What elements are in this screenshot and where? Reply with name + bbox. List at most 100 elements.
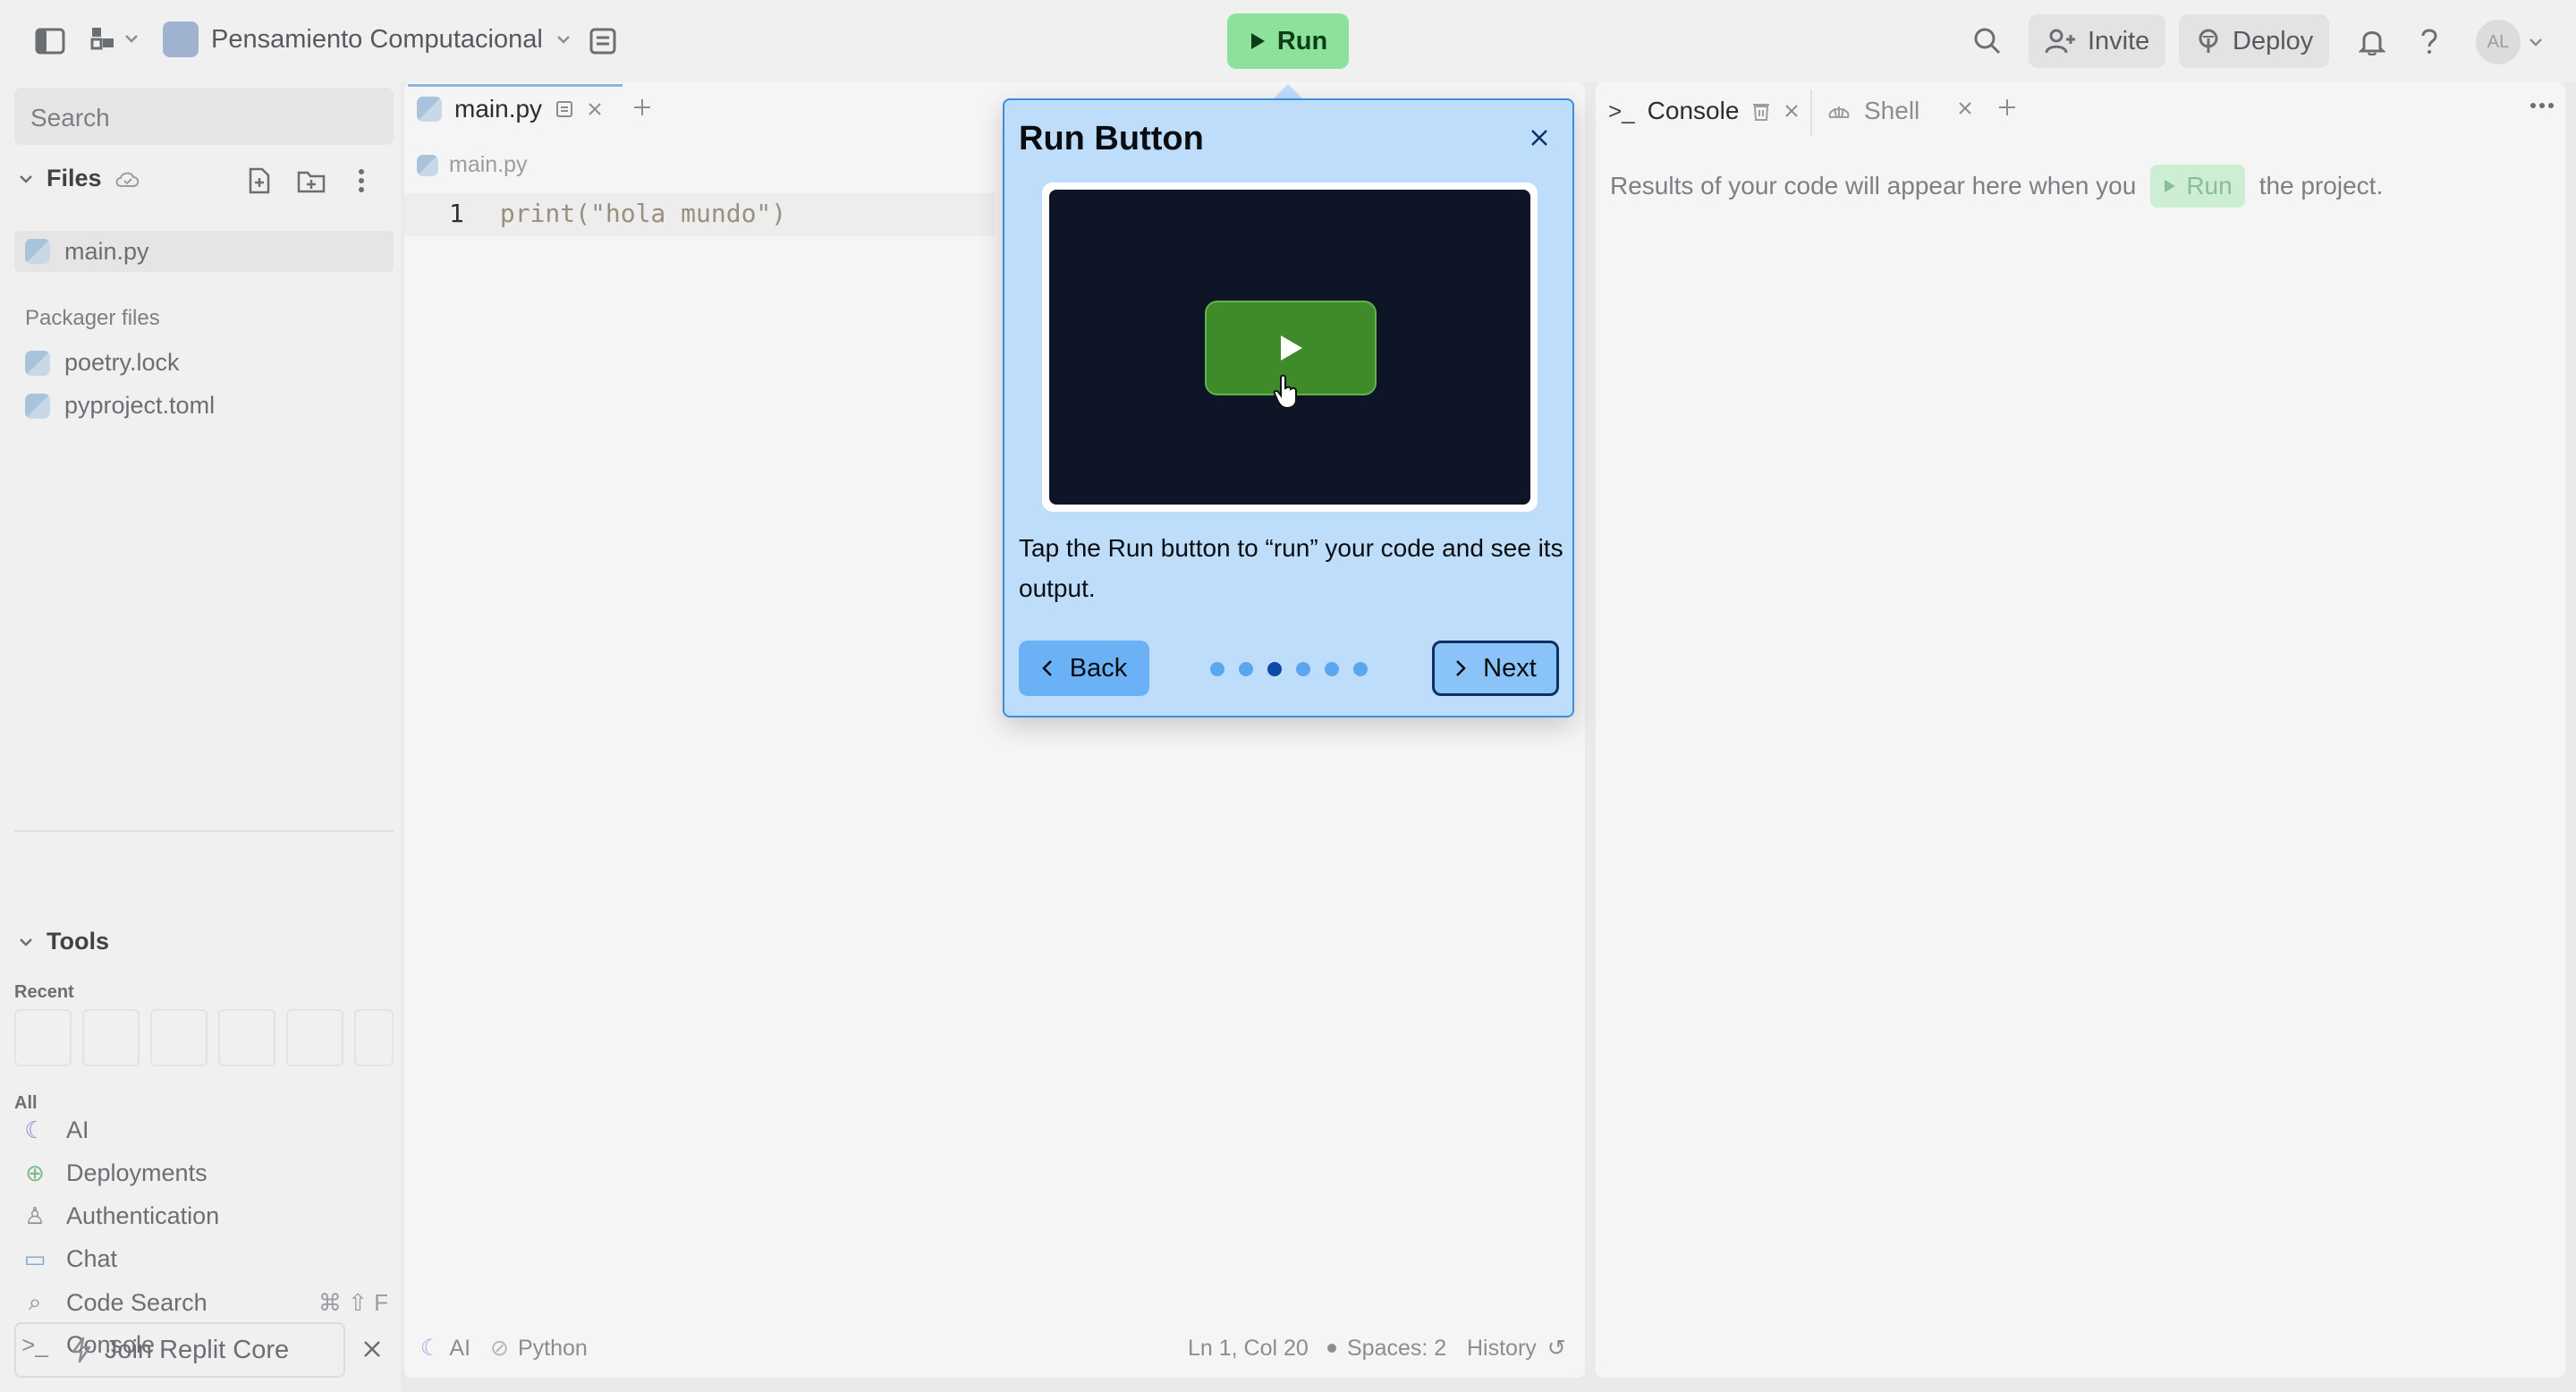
- inline-run-badge: Run: [2150, 165, 2245, 208]
- layout-icon[interactable]: [580, 18, 626, 64]
- cloud-check-icon: [115, 172, 139, 187]
- chevron-left-icon: [1041, 660, 1052, 676]
- step-dot[interactable]: [1325, 662, 1339, 676]
- inline-run-label: Run: [2186, 172, 2233, 199]
- back-label: Back: [1069, 653, 1128, 683]
- recent-tool-slot[interactable]: [218, 1009, 275, 1066]
- close-icon[interactable]: [1957, 100, 1973, 116]
- file-outline-icon: [556, 101, 573, 117]
- tool-item-authentication[interactable]: ♙ Authentication: [21, 1202, 388, 1230]
- new-folder-icon[interactable]: [288, 157, 335, 204]
- more-options-icon[interactable]: [2529, 102, 2555, 109]
- status-spaces[interactable]: Spaces: 2: [1327, 1336, 1446, 1362]
- search-icon[interactable]: [1964, 18, 2011, 64]
- invite-button[interactable]: Invite: [2029, 14, 2166, 68]
- chevron-down-icon: [2529, 38, 2542, 47]
- files-section-header[interactable]: Files: [18, 165, 141, 192]
- cursor-position[interactable]: Ln 1, Col 20: [1188, 1336, 1309, 1362]
- python-file-icon: [25, 350, 50, 376]
- chat-icon: ▭: [23, 1245, 47, 1272]
- message-text: the project.: [2258, 172, 2384, 199]
- workspace-switcher[interactable]: [89, 25, 140, 52]
- tool-label: Chat: [66, 1245, 118, 1272]
- keyboard-shortcut: ⌘ ⇧ F: [318, 1288, 388, 1316]
- spaces-label: Spaces: 2: [1347, 1335, 1447, 1361]
- sidebar: Search Files main.py Packager files poet…: [0, 82, 401, 1392]
- file-item[interactable]: main.py: [14, 231, 394, 272]
- more-options-icon[interactable]: [338, 157, 385, 204]
- help-icon[interactable]: [2406, 18, 2453, 64]
- step-dot-active[interactable]: [1267, 662, 1282, 676]
- close-icon[interactable]: [349, 1326, 395, 1372]
- run-button[interactable]: Run: [1227, 13, 1349, 69]
- add-tab-icon[interactable]: [631, 97, 653, 118]
- top-bar: Pensamiento Computacional Run Invite Dep…: [0, 0, 2576, 82]
- history-icon: ↺: [1546, 1336, 1566, 1361]
- lightning-icon: [72, 1337, 91, 1363]
- divider: [14, 830, 394, 832]
- deploy-button[interactable]: Deploy: [2179, 14, 2330, 68]
- shell-icon: [1828, 106, 1850, 118]
- file-name: main.py: [64, 237, 149, 265]
- close-icon[interactable]: [1523, 122, 1555, 154]
- tab-console[interactable]: >_ Console: [1608, 97, 1800, 125]
- bell-icon[interactable]: [2349, 18, 2395, 64]
- toggle-sidebar-icon[interactable]: [27, 18, 73, 64]
- add-user-icon: [2045, 29, 2075, 54]
- new-file-icon[interactable]: [236, 157, 283, 204]
- tool-label: Code Search: [66, 1288, 208, 1316]
- chevron-down-icon: [20, 174, 32, 183]
- recent-tool-slot[interactable]: [354, 1009, 394, 1066]
- tool-item-code-search[interactable]: ⌕ Code Search ⌘ ⇧ F: [21, 1288, 388, 1317]
- recent-tool-slot[interactable]: [14, 1009, 72, 1066]
- recent-tool-slot[interactable]: [286, 1009, 343, 1066]
- recent-tool-slot[interactable]: [82, 1009, 140, 1066]
- tool-item-chat[interactable]: ▭ Chat: [21, 1245, 388, 1273]
- breadcrumb-label: main.py: [449, 152, 528, 177]
- deploy-label: Deploy: [2233, 26, 2314, 55]
- ai-icon: ☾: [24, 1116, 46, 1143]
- status-language-label: Python: [517, 1335, 588, 1361]
- project-name: Pensamiento Computacional: [211, 24, 543, 54]
- file-name: poetry.lock: [64, 349, 180, 376]
- account-menu[interactable]: AL: [2476, 20, 2544, 64]
- tool-item-ai[interactable]: ☾ AI: [21, 1116, 388, 1144]
- join-label: Join Replit Core: [104, 1335, 290, 1364]
- project-selector[interactable]: Pensamiento Computacional: [163, 21, 572, 57]
- trash-icon[interactable]: [1751, 100, 1771, 122]
- breadcrumb: main.py: [417, 152, 528, 178]
- file-item[interactable]: poetry.lock: [25, 349, 180, 377]
- tools-section-header[interactable]: Tools: [18, 928, 109, 955]
- file-item[interactable]: pyproject.toml: [25, 392, 215, 420]
- tab-label: Console: [1647, 97, 1740, 124]
- status-ai[interactable]: ☾ AI: [420, 1335, 470, 1362]
- add-tab-icon[interactable]: [1996, 97, 2018, 118]
- step-dot[interactable]: [1210, 662, 1224, 676]
- tab-shell[interactable]: Shell: [1826, 97, 1919, 125]
- code-editor[interactable]: 1 print("hola mundo"): [449, 199, 786, 228]
- workspace-icon: [90, 28, 114, 50]
- recent-tool-slot[interactable]: [150, 1009, 208, 1066]
- join-replit-core-button[interactable]: Join Replit Core: [14, 1322, 345, 1378]
- deploy-icon: ⊕: [25, 1159, 45, 1186]
- tool-item-deployments[interactable]: ⊕ Deployments: [21, 1159, 388, 1187]
- status-history[interactable]: History ↺: [1467, 1335, 1566, 1362]
- search-input[interactable]: Search: [14, 88, 394, 145]
- all-tools-label: All: [14, 1093, 38, 1113]
- close-icon[interactable]: [587, 101, 603, 117]
- python-file-icon: [417, 97, 442, 122]
- step-dot[interactable]: [1239, 662, 1253, 676]
- next-label: Next: [1483, 653, 1537, 683]
- step-dot[interactable]: [1296, 662, 1310, 676]
- status-bar: ☾ AI ⊘ Python Ln 1, Col 20 Spaces: 2 His…: [404, 1326, 1585, 1371]
- play-icon: [1281, 335, 1302, 361]
- tab-main-py[interactable]: main.py: [417, 95, 603, 123]
- status-language[interactable]: ⊘ Python: [490, 1335, 588, 1362]
- next-button[interactable]: Next: [1432, 641, 1559, 696]
- close-icon[interactable]: [1784, 103, 1800, 119]
- chevron-down-icon: [20, 938, 32, 946]
- tab-label: Shell: [1864, 97, 1920, 124]
- tab-label: main.py: [454, 95, 543, 123]
- step-dot[interactable]: [1353, 662, 1368, 676]
- back-button[interactable]: Back: [1019, 641, 1149, 696]
